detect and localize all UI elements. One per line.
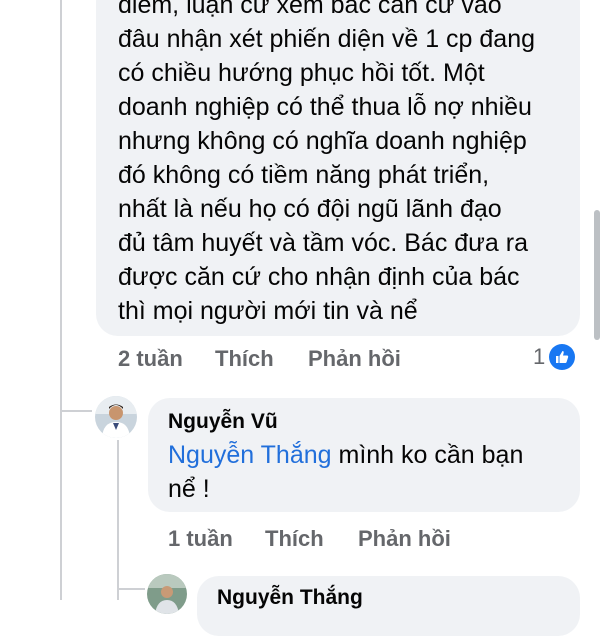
comment-line: đủ tâm huyết và tầm vóc. Bác đưa ra (118, 229, 528, 257)
comment-time[interactable]: 1 tuần (168, 526, 233, 552)
comment-author[interactable]: Nguyễn Vũ (168, 410, 278, 434)
reply-button[interactable]: Phản hồi (358, 526, 451, 552)
avatar[interactable] (95, 396, 137, 438)
like-button[interactable]: Thích (265, 526, 324, 552)
reaction-summary[interactable]: 1 (533, 344, 576, 370)
comment-line: đó không có tiềm năng phát triển, (118, 161, 490, 189)
comment-line: được căn cứ cho nhận định của bác (118, 263, 520, 291)
reaction-count: 1 (533, 344, 546, 369)
like-button[interactable]: Thích (215, 346, 274, 372)
reply-text: Nguyễn Thắng mình ko cần bạn nể ! (168, 438, 523, 506)
comment-line: đâu nhận xét phiến diện về 1 cp đang (118, 25, 536, 53)
thread-line-reply-branch (117, 588, 145, 590)
comment-line: thì mọi người mới tin và nể (118, 297, 418, 325)
thread-line-reply (117, 440, 119, 600)
mention-link[interactable]: Nguyễn Thắng (168, 441, 332, 469)
reply-actions: 1 tuần Thích Phản hồi (0, 526, 600, 556)
reply-text-line: nể ! (168, 475, 210, 503)
reply-button[interactable]: Phản hồi (308, 346, 401, 372)
comment-time[interactable]: 2 tuần (118, 346, 183, 372)
comment-line: có chiều hướng phục hồi tốt. Một (118, 59, 485, 87)
comment-line: nhưng không có nghĩa doanh nghiệp (118, 127, 527, 155)
reply-text-rest: mình ko cần bạn (331, 441, 524, 469)
comment-author[interactable]: Nguyễn Thắng (217, 586, 363, 610)
like-icon (549, 344, 576, 370)
thread-line-main (60, 0, 62, 600)
comment-text: điểm, luận cứ xem bác căn cứ vào đâu nhậ… (118, 0, 535, 328)
thread-line-branch (60, 410, 92, 412)
comment-line: doanh nghiệp có thể thua lỗ nợ nhiều (118, 93, 532, 121)
scrollbar[interactable] (594, 210, 600, 340)
comment-actions: 2 tuần Thích Phản hồi (0, 346, 600, 376)
comment-line: nhất là nếu họ có đội ngũ lãnh đạo (118, 195, 502, 223)
comment-line: điểm, luận cứ xem bác căn cứ vào (118, 0, 502, 19)
avatar[interactable] (147, 574, 187, 614)
